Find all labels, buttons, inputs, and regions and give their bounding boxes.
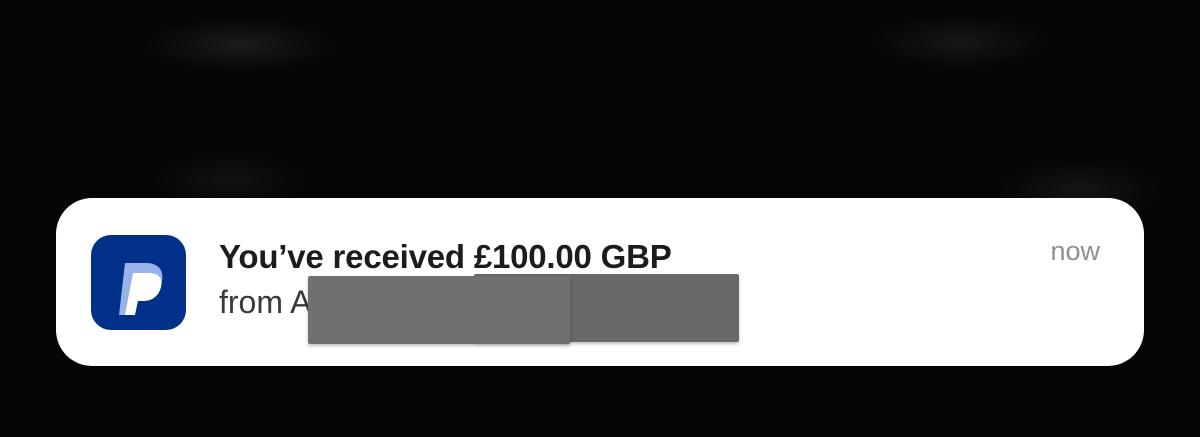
redaction-block (308, 276, 570, 344)
lock-screen: You’ve received £100.00 GBP from A now (0, 0, 1200, 437)
notification-title: You’ve received £100.00 GBP (219, 238, 672, 275)
paypal-logo (119, 263, 163, 315)
paypal-icon (91, 235, 186, 330)
notification-body: from A (219, 284, 312, 320)
paypal-notification[interactable]: You’ve received £100.00 GBP from A now (56, 198, 1144, 366)
notification-timestamp: now (1050, 236, 1100, 266)
